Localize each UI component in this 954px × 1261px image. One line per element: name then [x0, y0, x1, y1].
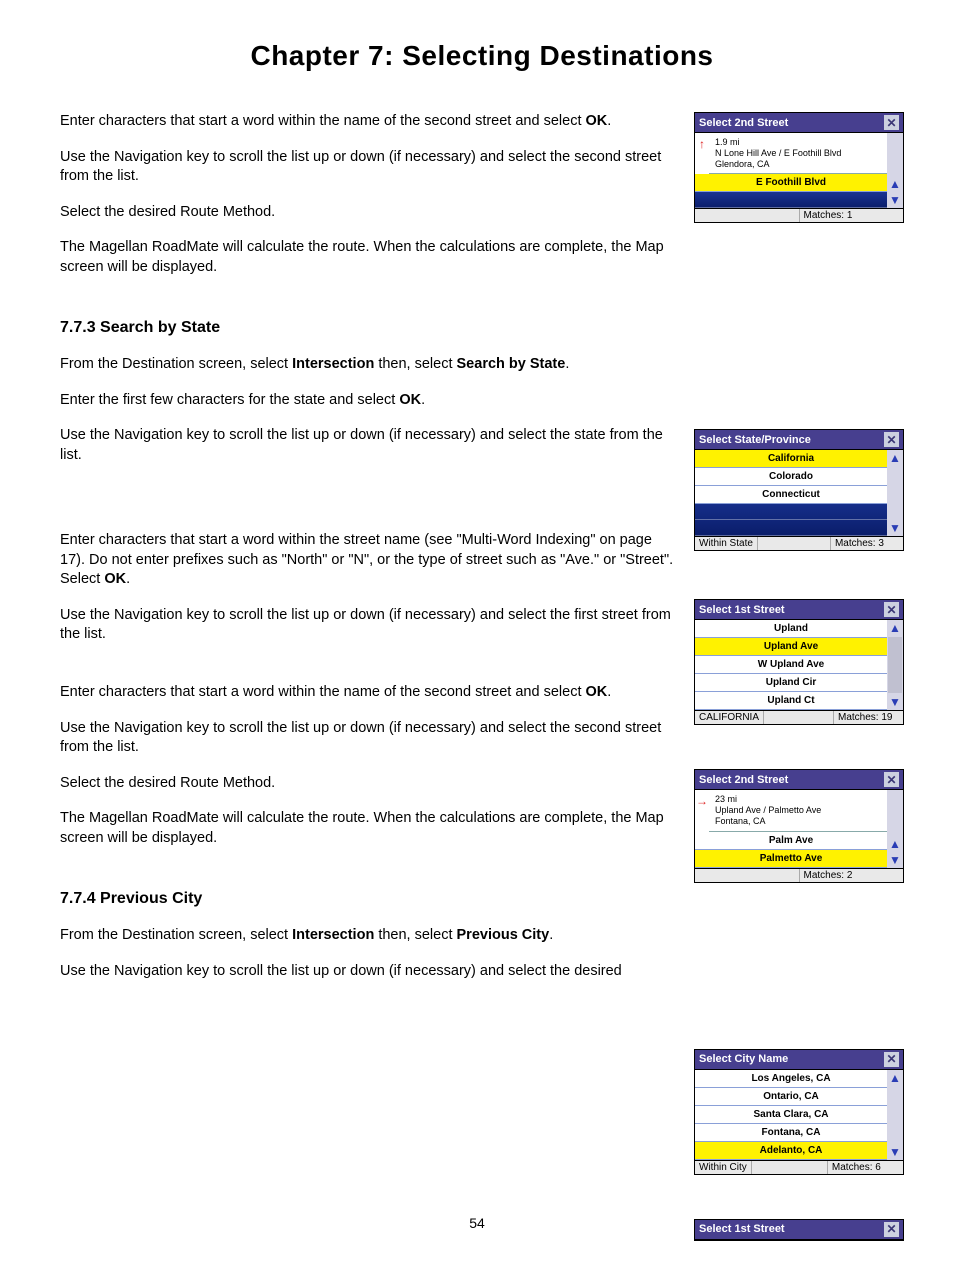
close-icon[interactable]: ✕	[884, 602, 899, 617]
list-item[interactable]: Upland Ave	[695, 638, 887, 656]
status-left: Within State	[695, 537, 758, 550]
scroll-up-icon[interactable]: ▲	[887, 836, 903, 852]
scroll-up-icon[interactable]: ▲	[887, 176, 903, 192]
status-left: Within City	[695, 1161, 752, 1174]
screenshot-select-2nd-street-1: Select 2nd Street ✕ ↑ 1.9 mi N Lone Hill…	[694, 112, 904, 223]
list-item[interactable]: Los Angeles, CA	[695, 1070, 887, 1088]
section-heading-773: 7.7.3 Search by State	[60, 317, 676, 339]
paragraph: Use the Navigation key to scroll the lis…	[60, 148, 676, 187]
scrollbar[interactable]: ▲ ▼	[887, 133, 903, 208]
paragraph: Use the Navigation key to scroll the lis…	[60, 962, 676, 982]
list-item[interactable]: Upland	[695, 620, 887, 638]
page-title: Chapter 7: Selecting Destinations	[60, 40, 904, 72]
page-number: 54	[0, 1215, 954, 1231]
paragraph: From the Destination screen, select Inte…	[60, 926, 676, 946]
address-line: Fontana, CA	[715, 816, 881, 827]
status-left: CALIFORNIA	[695, 711, 764, 724]
screenshot-title: Select City Name	[699, 1053, 788, 1065]
list-item[interactable]: Adelanto, CA	[695, 1142, 887, 1160]
scroll-down-icon[interactable]: ▼	[887, 1144, 903, 1160]
list-item[interactable]	[695, 520, 887, 536]
screenshot-column: Select 2nd Street ✕ ↑ 1.9 mi N Lone Hill…	[694, 112, 904, 1241]
list-item[interactable]: California	[695, 450, 887, 468]
screenshot-select-city-name: Select City Name ✕ Los Angeles, CA Ontar…	[694, 1049, 904, 1175]
paragraph: The Magellan RoadMate will calculate the…	[60, 809, 676, 848]
screenshot-title: Select 1st Street	[699, 604, 785, 616]
list-item[interactable]: Palm Ave	[695, 832, 887, 850]
distance-text: 1.9 mi	[715, 137, 881, 148]
paragraph: From the Destination screen, select Inte…	[60, 355, 676, 375]
direction-up-icon: ↑	[695, 133, 709, 174]
list-item[interactable]: Connecticut	[695, 486, 887, 504]
paragraph: Enter characters that start a word withi…	[60, 531, 676, 590]
paragraph: Select the desired Route Method.	[60, 774, 676, 794]
scroll-down-icon[interactable]: ▼	[887, 192, 903, 208]
screenshot-select-2nd-street-2: Select 2nd Street ✕ → 23 mi Upland Ave /…	[694, 769, 904, 882]
matches-text: Matches: 1	[800, 209, 904, 222]
scrollbar[interactable]: ▲ ▼	[887, 790, 903, 867]
paragraph: Enter characters that start a word withi…	[60, 112, 676, 132]
screenshot-select-1st-street: Select 1st Street ✕ Upland Upland Ave W …	[694, 599, 904, 725]
close-icon[interactable]: ✕	[884, 115, 899, 130]
list-item[interactable]: E Foothill Blvd	[695, 174, 887, 192]
screenshot-title: Select 2nd Street	[699, 117, 788, 129]
matches-text: Matches: 19	[834, 711, 903, 724]
list-item[interactable]: W Upland Ave	[695, 656, 887, 674]
paragraph: Use the Navigation key to scroll the lis…	[60, 719, 676, 758]
list-item[interactable]: Ontario, CA	[695, 1088, 887, 1106]
scroll-down-icon[interactable]: ▼	[887, 694, 903, 710]
list-item[interactable]: Fontana, CA	[695, 1124, 887, 1142]
matches-text: Matches: 3	[831, 537, 903, 550]
scroll-up-icon[interactable]: ▲	[887, 1070, 903, 1086]
distance-text: 23 mi	[715, 794, 881, 805]
paragraph: Enter the first few characters for the s…	[60, 391, 676, 411]
list-item[interactable]: Upland Cir	[695, 674, 887, 692]
scroll-down-icon[interactable]: ▼	[887, 852, 903, 868]
close-icon[interactable]: ✕	[884, 432, 899, 447]
paragraph: Use the Navigation key to scroll the lis…	[60, 426, 676, 465]
screenshot-title: Select State/Province	[699, 434, 811, 446]
scrollbar[interactable]: ▲ ▼	[887, 450, 903, 536]
close-icon[interactable]: ✕	[884, 1052, 899, 1067]
list-item[interactable]: Palmetto Ave	[695, 850, 887, 868]
main-text-column: Enter characters that start a word withi…	[60, 112, 676, 997]
scrollbar[interactable]: ▲ ▼	[887, 1070, 903, 1160]
list-item[interactable]	[695, 504, 887, 520]
scrollbar[interactable]: ▲ ▼	[887, 620, 903, 710]
screenshot-title: Select 2nd Street	[699, 774, 788, 786]
paragraph: Enter characters that start a word withi…	[60, 683, 676, 703]
close-icon[interactable]: ✕	[884, 772, 899, 787]
paragraph: The Magellan RoadMate will calculate the…	[60, 238, 676, 277]
scroll-down-icon[interactable]: ▼	[887, 520, 903, 536]
list-item[interactable]: Colorado	[695, 468, 887, 486]
scroll-up-icon[interactable]: ▲	[887, 450, 903, 466]
paragraph: Select the desired Route Method.	[60, 203, 676, 223]
address-line: Upland Ave / Palmetto Ave	[715, 805, 881, 816]
direction-right-icon: →	[695, 790, 709, 831]
matches-text: Matches: 6	[828, 1161, 903, 1174]
address-line: N Lone Hill Ave / E Foothill Blvd	[715, 148, 881, 159]
address-line: Glendora, CA	[715, 159, 881, 170]
list-item[interactable]: Upland Ct	[695, 692, 887, 710]
section-heading-774: 7.7.4 Previous City	[60, 888, 676, 910]
screenshot-select-state: Select State/Province ✕ California Color…	[694, 429, 904, 551]
matches-text: Matches: 2	[800, 869, 904, 882]
paragraph: Use the Navigation key to scroll the lis…	[60, 606, 676, 645]
scroll-up-icon[interactable]: ▲	[887, 620, 903, 636]
list-item[interactable]	[695, 192, 887, 208]
list-item[interactable]: Santa Clara, CA	[695, 1106, 887, 1124]
